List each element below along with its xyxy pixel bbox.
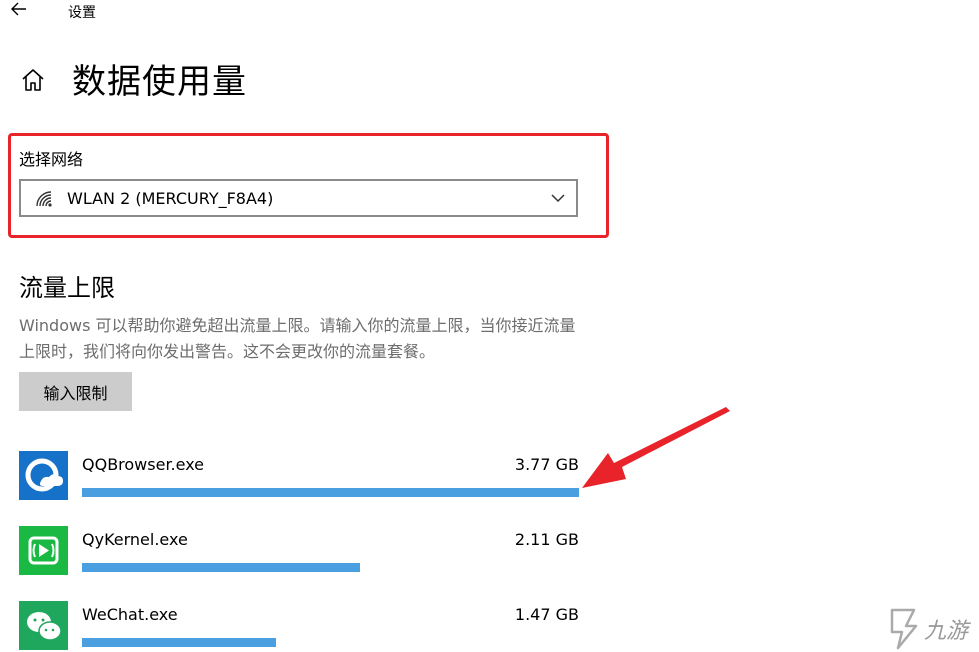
- home-icon[interactable]: [19, 66, 47, 94]
- app-name: QyKernel.exe: [82, 530, 188, 549]
- back-arrow-icon[interactable]: [8, 0, 30, 20]
- annotation-arrow-icon: [582, 407, 730, 488]
- qykernel-icon: [19, 526, 68, 575]
- enter-limit-button[interactable]: 输入限制: [19, 372, 132, 411]
- app-name: QQBrowser.exe: [82, 455, 205, 474]
- app-usage-row[interactable]: QQBrowser.exe 3.77 GB: [19, 451, 579, 511]
- usage-bar: [82, 488, 579, 497]
- network-select-label: 选择网络: [19, 150, 84, 169]
- app-data-size: 2.11 GB: [514, 530, 579, 549]
- network-dropdown[interactable]: WLAN 2 (MERCURY_F8A4): [19, 179, 578, 217]
- app-usage-row[interactable]: QyKernel.exe 2.11 GB: [19, 526, 579, 586]
- svg-text:九游: 九游: [924, 619, 972, 644]
- data-limit-heading: 流量上限: [19, 274, 115, 302]
- app-name: WeChat.exe: [82, 605, 178, 624]
- wifi-icon: [36, 191, 52, 207]
- usage-bar: [82, 563, 360, 572]
- app-usage-row[interactable]: WeChat.exe 1.47 GB: [19, 601, 579, 652]
- watermark-logo: 九游: [890, 608, 972, 650]
- settings-window: 设置 数据使用量 选择网络 WLAN 2 (MERCURY_F8A4) 流量上限…: [0, 0, 979, 652]
- window-title: 设置: [68, 5, 96, 21]
- usage-bar: [82, 638, 276, 647]
- title-bar: 设置: [0, 0, 979, 22]
- wechat-icon: [19, 601, 68, 650]
- chevron-down-icon: [551, 194, 565, 203]
- network-selected-value: WLAN 2 (MERCURY_F8A4): [67, 189, 274, 208]
- app-data-size: 1.47 GB: [514, 605, 579, 624]
- qqbrowser-icon: [19, 451, 68, 500]
- page-title: 数据使用量: [72, 62, 247, 102]
- data-limit-description: Windows 可以帮助你避免超出流量上限。请输入你的流量上限，当你接近流量上限…: [19, 316, 576, 361]
